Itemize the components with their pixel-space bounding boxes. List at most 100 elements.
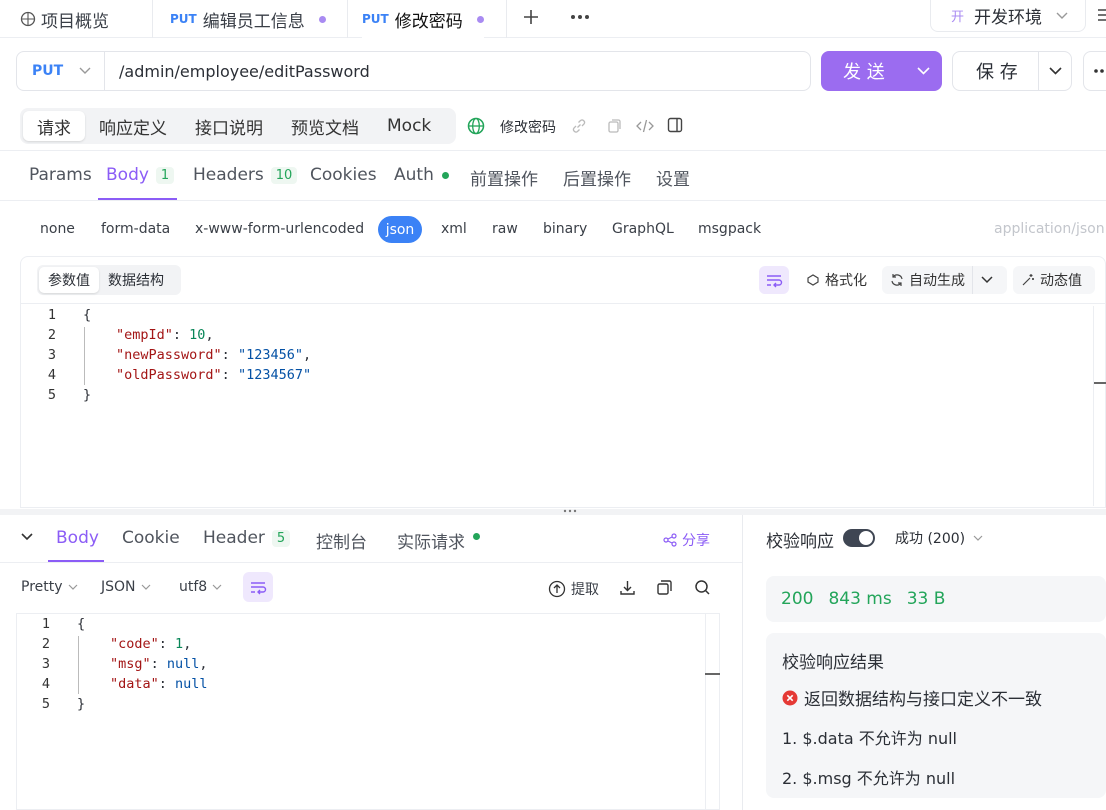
format-button[interactable]: 格式化 bbox=[798, 266, 875, 294]
mode-schema[interactable]: 数据结构 bbox=[99, 267, 173, 293]
content-type-label: application/json bbox=[994, 221, 1105, 237]
tab-body[interactable]: Body 1 bbox=[106, 165, 175, 185]
resize-handle[interactable] bbox=[0, 509, 1106, 515]
response-status-select[interactable]: 成功 (200) bbox=[895, 528, 983, 548]
line-number: 3 bbox=[41, 656, 50, 672]
url-input[interactable]: /admin/employee/editPassword bbox=[105, 62, 370, 81]
section-tab-response-def[interactable]: 响应定义 bbox=[85, 111, 181, 141]
section-tab-mock[interactable]: Mock bbox=[373, 111, 445, 141]
extract-label: 提取 bbox=[571, 582, 599, 598]
download-icon[interactable] bbox=[619, 579, 636, 596]
body-type-raw[interactable]: raw bbox=[492, 221, 518, 237]
tab-project-overview[interactable]: 项目概览 bbox=[20, 0, 109, 38]
response-tab-header[interactable]: Header 5 bbox=[203, 528, 291, 548]
tab-post-processors[interactable]: 后置操作 bbox=[563, 165, 631, 190]
dynamic-value-button[interactable]: 动态值 bbox=[1013, 266, 1095, 294]
unsaved-dot bbox=[476, 15, 484, 23]
code-brace: { bbox=[77, 616, 86, 632]
more-tabs-icon[interactable] bbox=[570, 14, 590, 20]
error-text: 返回数据结构与接口定义不一致 bbox=[804, 690, 1042, 710]
tab-cookies[interactable]: Cookies bbox=[310, 165, 377, 185]
validate-toggle[interactable] bbox=[843, 529, 875, 547]
format-select[interactable]: JSON bbox=[101, 579, 151, 595]
share-button[interactable]: 分享 bbox=[663, 530, 710, 550]
divider bbox=[972, 266, 973, 294]
section-tab-api-doc[interactable]: 接口说明 bbox=[181, 111, 277, 141]
wrap-toggle-button[interactable] bbox=[243, 572, 273, 602]
panel-divider bbox=[742, 515, 743, 810]
scrollbar-track[interactable] bbox=[705, 614, 706, 810]
divider bbox=[0, 562, 742, 563]
link-icon[interactable] bbox=[571, 118, 587, 134]
tab-label: Headers bbox=[193, 165, 264, 185]
json-value: null bbox=[166, 656, 200, 672]
count-badge: 1 bbox=[155, 166, 175, 184]
method-value: PUT bbox=[32, 63, 64, 79]
body-type-form-data[interactable]: form-data bbox=[101, 221, 170, 237]
body-type-graphql[interactable]: GraphQL bbox=[612, 221, 674, 237]
tab-label: Cookies bbox=[310, 165, 377, 185]
api-name[interactable]: 修改密码 bbox=[500, 117, 556, 137]
copy-icon[interactable] bbox=[606, 118, 622, 134]
tab-auth[interactable]: Auth bbox=[394, 165, 449, 185]
chevron-down-icon[interactable] bbox=[981, 276, 993, 284]
tab-headers[interactable]: Headers 10 bbox=[193, 165, 298, 185]
scrollbar-thumb[interactable] bbox=[1094, 382, 1106, 384]
body-type-json[interactable]: json bbox=[378, 216, 422, 243]
send-button[interactable]: 发 送 bbox=[821, 51, 942, 91]
tab-label: 项目概览 bbox=[41, 11, 109, 32]
indent-guide bbox=[78, 636, 79, 694]
tab-edit-employee[interactable]: PUT 编辑员工信息 bbox=[170, 0, 326, 38]
chevron-down-icon[interactable] bbox=[1049, 67, 1062, 75]
tab-params[interactable]: Params bbox=[29, 165, 92, 185]
body-type-urlencoded[interactable]: x-www-form-urlencoded bbox=[195, 221, 364, 237]
more-actions-button[interactable] bbox=[1083, 51, 1106, 91]
chevron-down-icon bbox=[79, 67, 91, 75]
response-tab-console[interactable]: 控制台 bbox=[316, 528, 367, 553]
status-dot bbox=[473, 533, 480, 540]
line-number: 2 bbox=[41, 636, 50, 652]
tab-label: Params bbox=[29, 165, 92, 185]
auto-generate-button[interactable]: 自动生成 bbox=[882, 266, 1007, 294]
scrollbar-track[interactable] bbox=[1093, 306, 1094, 506]
select-label: 成功 (200) bbox=[895, 531, 966, 547]
response-tab-actual-request[interactable]: 实际请求 bbox=[397, 528, 480, 553]
add-tab-icon[interactable] bbox=[521, 7, 541, 27]
pretty-select[interactable]: Pretty bbox=[21, 579, 78, 595]
environment-select[interactable]: 开 开发环境 bbox=[930, 0, 1086, 32]
body-type-msgpack[interactable]: msgpack bbox=[698, 221, 761, 237]
tab-settings[interactable]: 设置 bbox=[656, 165, 690, 190]
response-tab-cookie[interactable]: Cookie bbox=[122, 528, 180, 548]
drag-handle-icon[interactable] bbox=[563, 509, 577, 513]
menu-icon[interactable] bbox=[1098, 8, 1106, 22]
line-number: 5 bbox=[41, 696, 50, 712]
line-number: 2 bbox=[47, 327, 56, 343]
extract-button[interactable]: 提取 bbox=[548, 579, 599, 599]
panel-toggle-icon[interactable] bbox=[667, 117, 683, 133]
section-tab-request[interactable]: 请求 bbox=[23, 111, 85, 141]
copy-icon[interactable] bbox=[656, 579, 673, 596]
body-type-none[interactable]: none bbox=[40, 221, 75, 237]
scrollbar-thumb[interactable] bbox=[705, 673, 720, 675]
chevron-down-icon bbox=[973, 535, 983, 541]
line-number: 3 bbox=[47, 347, 56, 363]
body-type-binary[interactable]: binary bbox=[543, 221, 587, 237]
tab-pre-processors[interactable]: 前置操作 bbox=[470, 165, 538, 190]
encoding-select[interactable]: utf8 bbox=[179, 579, 222, 595]
mode-values[interactable]: 参数值 bbox=[39, 267, 99, 293]
search-icon[interactable] bbox=[694, 579, 711, 596]
unsaved-dot bbox=[318, 15, 326, 23]
save-button[interactable]: 保 存 bbox=[952, 51, 1072, 91]
section-tab-preview[interactable]: 预览文档 bbox=[277, 111, 373, 141]
wrap-toggle-button[interactable] bbox=[759, 266, 789, 294]
tab-label: 后置操作 bbox=[563, 170, 631, 190]
divider bbox=[21, 303, 1106, 304]
method-select[interactable]: PUT bbox=[17, 52, 105, 90]
code-icon[interactable] bbox=[636, 118, 654, 134]
collapse-icon[interactable] bbox=[21, 533, 33, 541]
body-type-xml[interactable]: xml bbox=[441, 221, 467, 237]
response-tab-body[interactable]: Body bbox=[56, 528, 99, 548]
tab-change-password[interactable]: PUT 修改密码 bbox=[362, 0, 484, 38]
tab-label: 编辑员工信息 bbox=[202, 11, 305, 32]
chevron-down-icon[interactable] bbox=[917, 67, 930, 75]
